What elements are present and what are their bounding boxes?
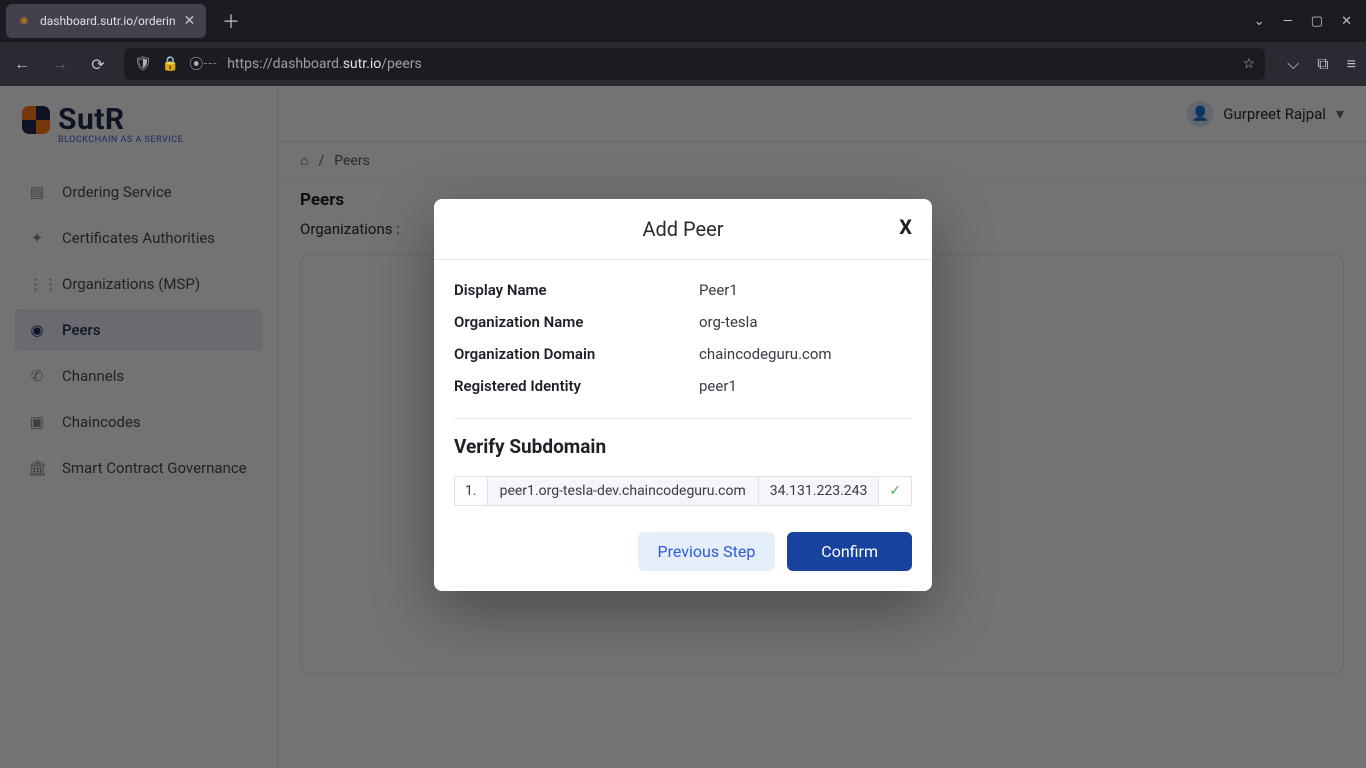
field-registered-identity: Registered Identity peer1 xyxy=(454,370,912,402)
subdomain-table: 1. peer1.org-tesla-dev.chaincodeguru.com… xyxy=(454,476,912,506)
bookmark-star-icon[interactable]: ☆ xyxy=(1243,56,1256,72)
tab-title: dashboard.sutr.io/orderin xyxy=(40,14,176,28)
browser-toolbar: ← → ⟳ 🛡 🔒 ⦿┄ https://dashboard.sutr.io/p… xyxy=(0,42,1366,86)
tab-close-icon[interactable]: ✕ xyxy=(184,13,196,29)
extensions-icon[interactable]: ⧉ xyxy=(1317,54,1328,74)
field-display-name: Display Name Peer1 xyxy=(454,274,912,306)
minimize-icon[interactable]: — xyxy=(1283,14,1293,29)
lock-icon[interactable]: 🔒 xyxy=(162,56,179,72)
row-index: 1. xyxy=(455,477,488,506)
modal-title: Add Peer xyxy=(642,217,723,241)
shield-icon[interactable]: 🛡 xyxy=(134,56,152,72)
key-icon[interactable]: ⦿┄ xyxy=(189,54,217,74)
browser-tab[interactable]: ⎈ dashboard.sutr.io/orderin ✕ xyxy=(6,4,206,38)
verify-subdomain-title: Verify Subdomain xyxy=(454,435,912,458)
forward-button: → xyxy=(48,52,72,76)
field-org-name: Organization Name org-tesla xyxy=(454,306,912,338)
pocket-icon[interactable]: ⌵ xyxy=(1287,54,1299,74)
url-text: https://dashboard.sutr.io/peers xyxy=(227,56,421,72)
previous-step-button[interactable]: Previous Step xyxy=(638,532,776,571)
check-icon: ✓ xyxy=(879,477,912,506)
confirm-button[interactable]: Confirm xyxy=(787,532,912,571)
menu-icon[interactable]: ≡ xyxy=(1347,54,1356,74)
table-row: 1. peer1.org-tesla-dev.chaincodeguru.com… xyxy=(455,477,912,506)
divider xyxy=(454,418,912,419)
browser-titlebar: ⎈ dashboard.sutr.io/orderin ✕ ＋ ⌄ — ▢ ✕ xyxy=(0,0,1366,42)
field-org-domain: Organization Domain chaincodeguru.com xyxy=(454,338,912,370)
window-close-icon[interactable]: ✕ xyxy=(1341,14,1352,29)
add-peer-modal: Add Peer X Display Name Peer1 Organizati… xyxy=(434,199,932,591)
modal-close-button[interactable]: X xyxy=(899,215,912,239)
row-host: peer1.org-tesla-dev.chaincodeguru.com xyxy=(487,477,758,506)
row-ip: 34.131.223.243 xyxy=(758,477,878,506)
maximize-icon[interactable]: ▢ xyxy=(1311,14,1323,29)
address-bar[interactable]: 🛡 🔒 ⦿┄ https://dashboard.sutr.io/peers ☆ xyxy=(124,48,1265,80)
new-tab-button[interactable]: ＋ xyxy=(216,8,246,34)
back-button[interactable]: ← xyxy=(10,52,34,76)
chevron-down-icon[interactable]: ⌄ xyxy=(1254,14,1265,29)
tab-favicon-icon: ⎈ xyxy=(16,13,32,29)
reload-button[interactable]: ⟳ xyxy=(86,52,110,76)
